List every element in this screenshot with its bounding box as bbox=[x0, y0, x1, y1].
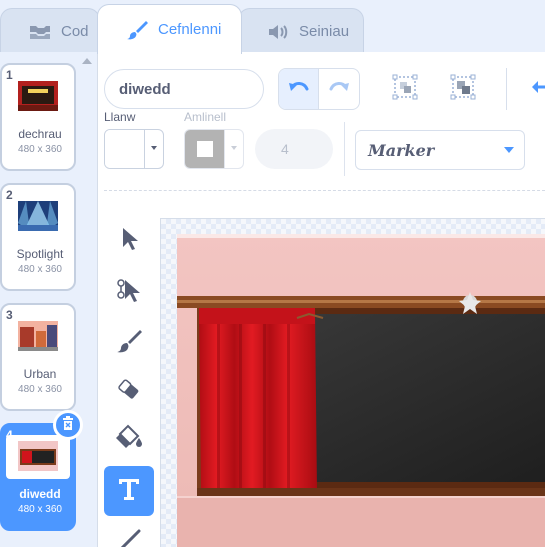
code-icon bbox=[27, 22, 53, 42]
backdrop-size: 480 x 360 bbox=[18, 384, 62, 395]
paint-editor-window: { "tabs": [ {"label": "Cod", "icon": "co… bbox=[0, 0, 545, 547]
outline-color-swatch bbox=[185, 130, 225, 168]
brush-icon bbox=[124, 20, 150, 40]
tab-backdrops[interactable]: Cefnlenni bbox=[97, 4, 242, 54]
backdrop-number: 2 bbox=[6, 188, 13, 202]
font-dropdown[interactable]: Marker bbox=[355, 130, 525, 170]
backdrop-thumbnail bbox=[18, 201, 58, 231]
toolbar-divider bbox=[104, 190, 545, 191]
reshape-tool[interactable] bbox=[104, 267, 154, 317]
backdrop-name-input[interactable]: diwedd bbox=[104, 69, 264, 109]
editor-tabs: Cod Cefnlenni Seiniau bbox=[0, 0, 545, 54]
delete-backdrop-button[interactable] bbox=[53, 410, 83, 440]
fill-tool[interactable] bbox=[104, 414, 154, 464]
tab-code[interactable]: Cod bbox=[0, 8, 100, 54]
fill-icon bbox=[114, 422, 144, 457]
undo-icon bbox=[288, 79, 310, 102]
font-name: Marker bbox=[368, 140, 435, 160]
brush-tool[interactable] bbox=[104, 318, 154, 368]
backdrop-number: 1 bbox=[6, 68, 13, 82]
undo-button[interactable] bbox=[279, 69, 320, 109]
backdrop-name: diwedd bbox=[19, 487, 61, 501]
backdrop-item-3[interactable]: 3 Urban 480 x 360 bbox=[0, 303, 76, 411]
outline-color-picker[interactable] bbox=[184, 129, 244, 169]
backdrop-item-2[interactable]: 2 Spotlight 480 x 360 bbox=[0, 183, 76, 291]
forward-icon bbox=[528, 74, 545, 105]
backdrop-thumbnail bbox=[18, 81, 58, 111]
text-tool[interactable] bbox=[104, 466, 154, 516]
line-icon bbox=[115, 527, 143, 547]
outline-label: Amlinell bbox=[184, 110, 227, 124]
chevron-down-icon bbox=[504, 147, 514, 153]
fill-color-swatch bbox=[105, 130, 145, 168]
chevron-down-icon bbox=[151, 146, 157, 150]
fill-color-picker[interactable] bbox=[104, 129, 164, 169]
brush-icon bbox=[115, 327, 143, 360]
fill-label: Llanw bbox=[104, 110, 136, 124]
eraser-icon bbox=[115, 375, 143, 408]
backdrop-size: 480 x 360 bbox=[18, 504, 62, 515]
select-tool[interactable] bbox=[104, 216, 154, 266]
backdrop-name: dechrau bbox=[18, 127, 62, 141]
backdrop-thumbnail bbox=[18, 441, 58, 471]
ungroup-icon bbox=[449, 73, 477, 106]
forward-button[interactable] bbox=[528, 76, 545, 102]
redo-button[interactable] bbox=[319, 69, 359, 109]
reshape-icon bbox=[115, 275, 143, 310]
tab-label: Cefnlenni bbox=[158, 21, 222, 38]
backdrop-size: 480 x 360 bbox=[18, 264, 62, 275]
backdrop-size: 480 x 360 bbox=[18, 144, 62, 155]
eraser-tool[interactable] bbox=[104, 366, 154, 416]
ungroup-button[interactable] bbox=[446, 72, 480, 106]
trash-icon bbox=[61, 415, 75, 435]
group-icon bbox=[391, 73, 419, 106]
backdrop-name: Urban bbox=[23, 367, 57, 381]
toolbar-divider bbox=[344, 122, 345, 176]
line-tool[interactable] bbox=[104, 518, 154, 547]
text-icon bbox=[115, 475, 143, 508]
select-icon bbox=[117, 225, 141, 258]
outline-width-input[interactable]: 4 bbox=[255, 129, 333, 169]
group-button[interactable] bbox=[388, 72, 422, 106]
backdrop-number: 3 bbox=[6, 308, 13, 322]
speaker-icon bbox=[265, 22, 291, 42]
tab-label: Seiniau bbox=[299, 23, 350, 40]
backdrop-item-1[interactable]: 1 dechrau 480 x 360 bbox=[0, 63, 76, 171]
tab-label: Cod bbox=[61, 23, 89, 40]
redo-icon bbox=[328, 79, 350, 102]
backdrop-image bbox=[177, 234, 545, 547]
backdrop-name: Spotlight bbox=[16, 247, 64, 261]
toolbar-divider bbox=[506, 68, 507, 110]
tab-sounds[interactable]: Seiniau bbox=[238, 8, 364, 54]
undo-redo-group bbox=[278, 68, 360, 110]
chevron-down-icon bbox=[231, 146, 237, 150]
scroll-up-arrow[interactable] bbox=[82, 58, 92, 64]
backdrop-thumbnail bbox=[18, 321, 58, 351]
